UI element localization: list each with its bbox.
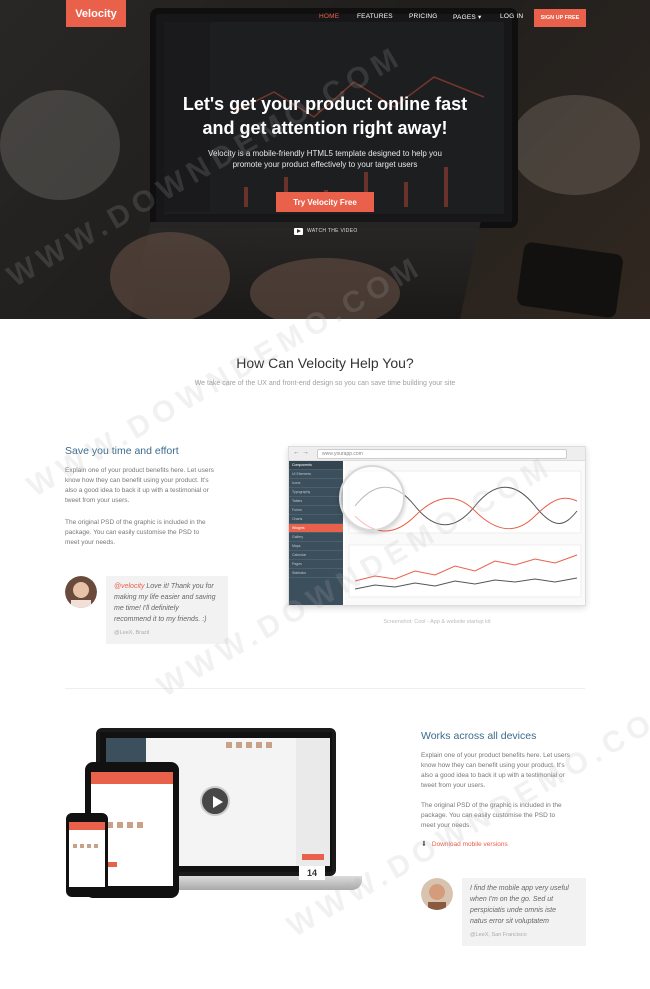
app-sidebar: Components UI Elements Icons Typography …	[289, 461, 343, 605]
app-sidebar-item: Typography	[289, 488, 343, 497]
app-sidebar-item: Gallery	[289, 533, 343, 542]
section-title: How Can Velocity Help You?	[236, 355, 414, 371]
feature2-paragraph: Explain one of your product benefits her…	[421, 751, 570, 791]
text-line: package. You can easily customise the PS…	[421, 812, 556, 819]
twitter-handle-link[interactable]: @velocity	[114, 583, 144, 590]
magnifier-lens	[339, 465, 405, 531]
text-line: tweet from your users.	[65, 497, 130, 504]
testimonial-line: making my life easier and saving	[114, 594, 216, 601]
app-sidebar-item: Pages	[289, 560, 343, 569]
browser-toolbar: ← → www.yourapp.com	[289, 447, 585, 461]
nav-login[interactable]: LOG IN	[500, 13, 523, 25]
hero-subtitle-line: promote your product effectively to your…	[232, 160, 418, 169]
testimonial-line: I find the mobile app very useful	[470, 885, 569, 892]
watch-video-link[interactable]: WATCH THE VIDEO	[294, 226, 358, 236]
text-line: The original PSD of the graphic is inclu…	[65, 519, 206, 526]
app-sidebar-item: Icons	[289, 479, 343, 488]
testimonial-card: @velocity Love it! Thank you for making …	[106, 576, 228, 644]
nav-pricing[interactable]: PRICING	[409, 13, 438, 25]
hero-title: Let's get your product online fast and g…	[0, 92, 650, 140]
text-line: know how they can benefit using your pro…	[65, 477, 209, 484]
section-subtitle: We take care of the UX and front-end des…	[194, 380, 456, 387]
testimonial-text: Love it! Thank you for	[144, 583, 214, 590]
app-sidebar-item: Statistics	[289, 569, 343, 578]
video-play-icon	[294, 227, 303, 235]
nav-pages[interactable]: PAGES ▾	[453, 13, 481, 25]
hero-title-line: Let's get your product online fast	[182, 94, 468, 114]
back-forward-icon: ← →	[293, 449, 309, 456]
text-line: know how they can benefit using your pro…	[421, 762, 565, 769]
app-sidebar-item: Charts	[289, 515, 343, 524]
avatar	[65, 576, 97, 608]
nav-home[interactable]: HOME	[319, 13, 339, 25]
avatar	[421, 878, 453, 910]
download-icon: ⬇	[421, 841, 427, 848]
testimonial-line: perspiciatis unde omnis iste	[470, 907, 556, 914]
phone-screen	[69, 822, 105, 887]
text-line: also a good idea to back it up with a te…	[421, 772, 565, 779]
testimonial-author: @LeeX, San Francisco	[470, 932, 527, 938]
testimonial-line: natus error sit voluptatem	[470, 918, 549, 925]
browser-url: www.yourapp.com	[317, 449, 567, 459]
text-line: package. You can easily customise the PS…	[65, 529, 200, 536]
testimonial-line: @velocity Love it! Thank you for	[114, 581, 220, 592]
hero-subtitle-line: Velocity is a mobile-friendly HTML5 temp…	[208, 149, 442, 158]
phone-screen-ui	[69, 822, 105, 848]
calendar-badge: 14	[299, 866, 325, 880]
download-mobile-link[interactable]: ⬇ Download mobile versions	[421, 840, 508, 849]
app-sidebar-item: Widgets	[289, 524, 343, 533]
download-label: Download mobile versions	[431, 840, 508, 848]
feature2-paragraph-2: The original PSD of the graphic is inclu…	[421, 801, 562, 831]
text-line: Explain one of your product benefits her…	[421, 752, 570, 759]
section-divider	[65, 688, 585, 689]
hero-title-line: and get attention right away!	[202, 118, 448, 138]
text-line: Explain one of your product benefits her…	[65, 467, 214, 474]
app-sidebar-item: Components	[289, 461, 343, 470]
app-sidebar-item: Forms	[289, 506, 343, 515]
text-line: meet your needs.	[421, 822, 472, 829]
app-sidebar-item: Tables	[289, 497, 343, 506]
try-free-button[interactable]: Try Velocity Free	[276, 192, 374, 212]
chevron-down-icon: ▾	[477, 14, 482, 21]
text-line: The original PSD of the graphic is inclu…	[421, 802, 562, 809]
nav-pages-label: PAGES	[453, 14, 476, 21]
feature2-title: Works across all devices	[421, 730, 537, 742]
text-line: meet your needs.	[65, 539, 116, 546]
signup-button[interactable]: SIGN UP FREE	[534, 9, 586, 27]
testimonial-card: I find the mobile app very useful when I…	[462, 878, 586, 946]
watch-video-label: WATCH THE VIDEO	[307, 228, 358, 234]
feature1-paragraph-2: The original PSD of the graphic is inclu…	[65, 518, 206, 548]
testimonial-line: recommend it to my friends. :)	[114, 616, 207, 623]
app-screenshot: ← → www.yourapp.com Components UI Elemen…	[288, 446, 586, 606]
testimonial-author: @LeeX, Brazil	[114, 630, 150, 636]
text-line: also a good idea to back it up with a te…	[65, 487, 209, 494]
testimonial-line: when I'm on the go. Sed ut	[470, 896, 554, 903]
testimonial-line: me time! I'll definitely	[114, 605, 179, 612]
app-sidebar-item: Calendar	[289, 551, 343, 560]
nav-features[interactable]: FEATURES	[357, 13, 393, 25]
feature1-paragraph: Explain one of your product benefits her…	[65, 466, 214, 506]
app-sidebar-item: Maps	[289, 542, 343, 551]
app-sidebar-item: UI Elements	[289, 470, 343, 479]
hero-subtitle: Velocity is a mobile-friendly HTML5 temp…	[0, 148, 650, 170]
phone-device	[66, 813, 108, 897]
text-line: tweet from your users.	[421, 782, 486, 789]
feature1-title: Save you time and effort	[65, 445, 179, 457]
video-play-button[interactable]	[200, 786, 230, 816]
screenshot-caption: Screenshot: Cool - App & website startup…	[383, 619, 491, 625]
brand-logo[interactable]: Velocity	[66, 0, 126, 27]
